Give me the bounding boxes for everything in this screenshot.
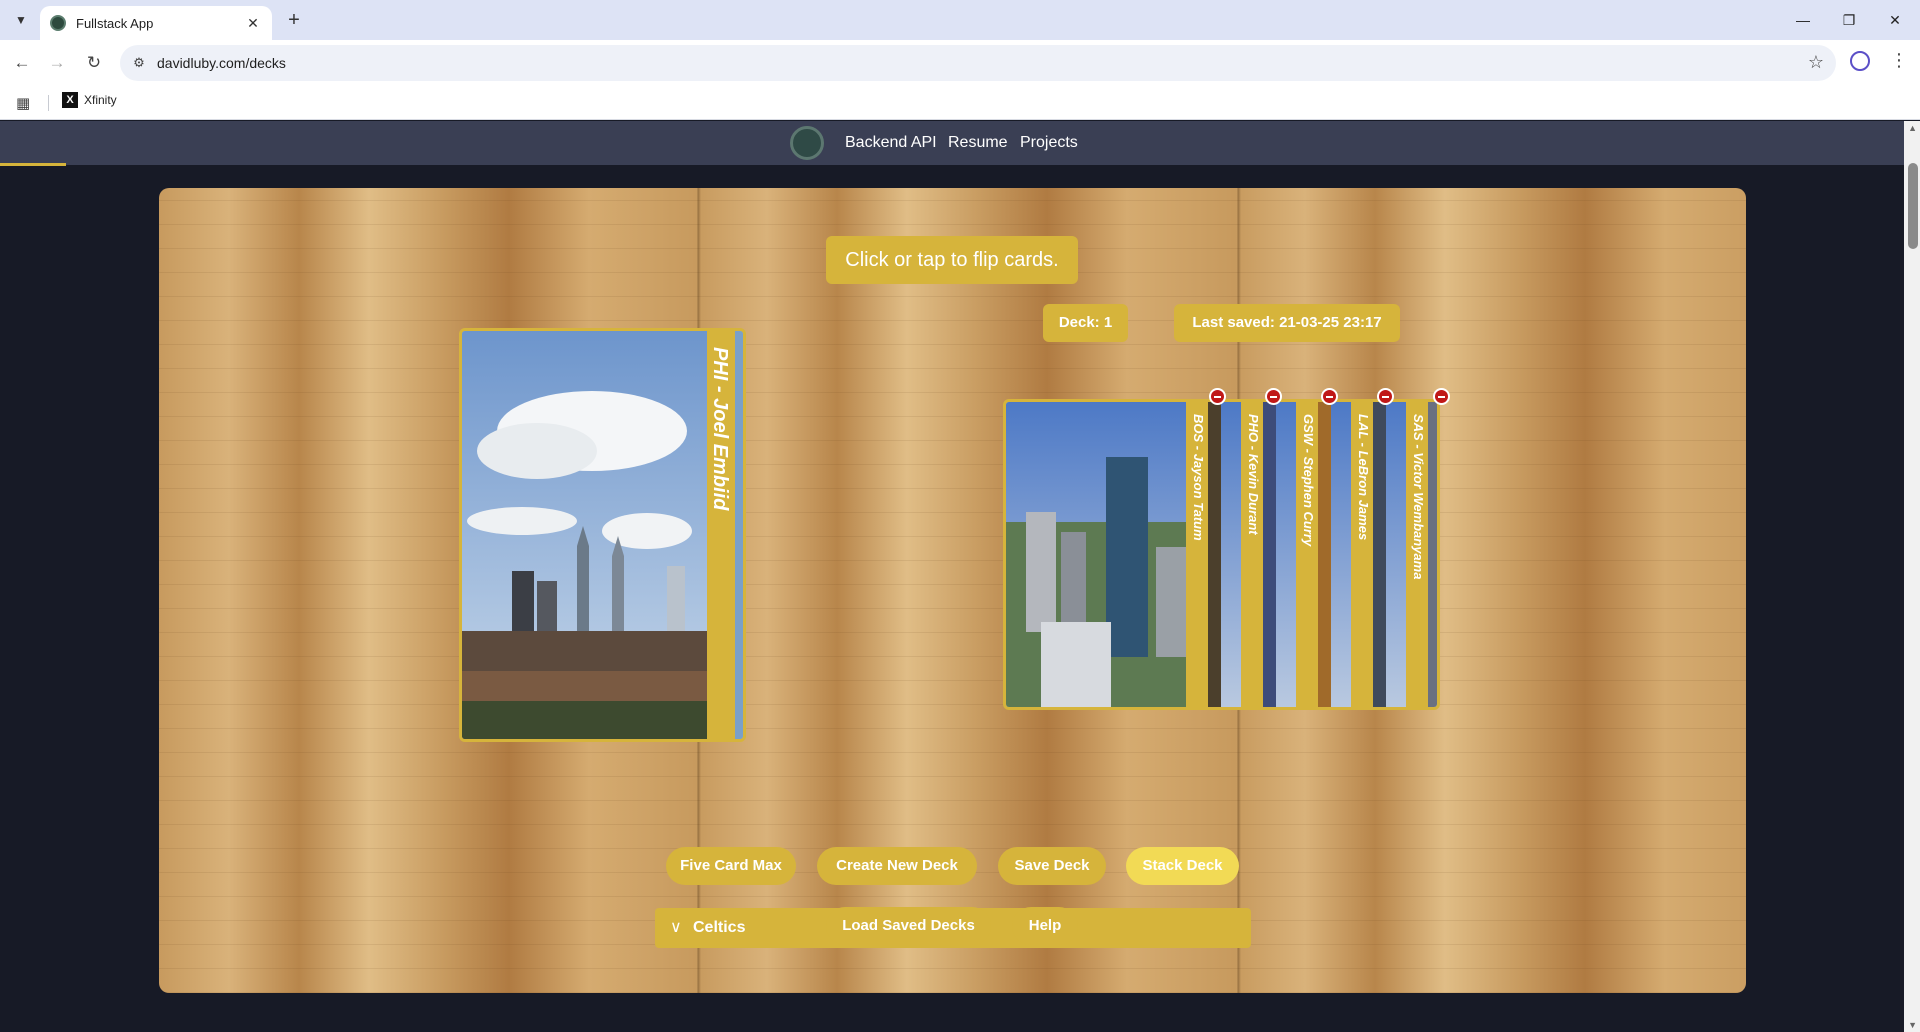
back-icon[interactable]: ←: [10, 51, 34, 75]
tab-search-icon[interactable]: ▼: [10, 9, 32, 31]
tab-close-icon[interactable]: ✕: [244, 15, 262, 32]
page-viewport: Backend API Resume Projects Click or tap…: [0, 121, 1920, 1032]
last-saved-badge: Last saved: 21-03-25 23:17: [1174, 304, 1400, 342]
help-button[interactable]: Help: [1012, 907, 1078, 945]
browser-tab[interactable]: Fullstack App ✕: [40, 6, 272, 40]
stacked-deck[interactable]: BOS - Jayson Tatum PHO - Kevin Durant GS…: [1003, 399, 1440, 710]
menu-kebab-icon[interactable]: ⋮: [1890, 50, 1908, 71]
card-spine: PHI - Joel Embiid: [707, 331, 735, 739]
maximize-button[interactable]: ❐: [1826, 6, 1872, 34]
bookmark-divider: [48, 95, 49, 111]
scroll-up-icon[interactable]: ▲: [1908, 123, 1917, 133]
chevron-down-icon: ∨: [670, 919, 682, 936]
browser-tab-bar: ▼ Fullstack App ✕ + — ❐ ✕: [0, 0, 1920, 40]
profile-icon[interactable]: [1850, 51, 1870, 71]
address-bar[interactable]: ⚙ davidluby.com/decks ☆: [120, 45, 1836, 81]
url-text[interactable]: davidluby.com/decks: [157, 55, 286, 71]
create-new-deck-button[interactable]: Create New Deck: [817, 847, 977, 885]
nav-link-resume[interactable]: Resume: [948, 134, 1008, 152]
page-scrollbar[interactable]: ▲ ▼: [1904, 121, 1920, 1032]
load-saved-decks-button[interactable]: Load Saved Decks: [826, 907, 991, 945]
deck-number-badge: Deck: 1: [1043, 304, 1128, 342]
scrollbar-thumb[interactable]: [1908, 163, 1918, 249]
apps-grid-icon[interactable]: ▦: [16, 94, 30, 112]
card-spine-pho: PHO - Kevin Durant: [1241, 402, 1263, 707]
nav-link-projects[interactable]: Projects: [1020, 134, 1078, 152]
bookmarks-bar: ▦ X Xfinity: [0, 86, 1920, 120]
team-select-value: Celtics: [693, 919, 746, 936]
nav-link-backend-api[interactable]: Backend API: [845, 134, 937, 152]
philadelphia-skyline-image: [462, 331, 707, 739]
active-card[interactable]: PHI - Joel Embiid: [459, 328, 746, 742]
scroll-down-icon[interactable]: ▼: [1908, 1020, 1917, 1030]
card-spine-lal: LAL - LeBron James: [1351, 402, 1373, 707]
remove-card-icon[interactable]: [1377, 388, 1394, 405]
site-info-icon[interactable]: ⚙: [130, 54, 148, 72]
scroll-progress-bar: [0, 163, 66, 166]
remove-card-icon[interactable]: [1209, 388, 1226, 405]
xfinity-logo-icon: X: [62, 92, 78, 108]
window-close-button[interactable]: ✕: [1872, 6, 1918, 34]
stack-deck-button[interactable]: Stack Deck: [1126, 847, 1239, 885]
remove-card-icon[interactable]: [1321, 388, 1338, 405]
card-spine-gsw: GSW - Stephen Curry: [1296, 402, 1318, 707]
remove-card-icon[interactable]: [1265, 388, 1282, 405]
tab-title: Fullstack App: [76, 15, 154, 31]
reload-icon[interactable]: ↻: [82, 51, 106, 75]
card-label-gsw: GSW - Stephen Curry: [1301, 414, 1316, 547]
card-label-sas: SAS - Victor Wembanyama: [1411, 414, 1426, 580]
forward-icon[interactable]: →: [45, 51, 69, 75]
bookmark-star-icon[interactable]: ☆: [1808, 52, 1824, 73]
site-navbar: Backend API Resume Projects: [0, 121, 1904, 166]
browser-toolbar: ← → ↻ ⚙ davidluby.com/decks ☆ ⋮: [0, 40, 1920, 86]
card-label-bos: BOS - Jayson Tatum: [1191, 414, 1206, 541]
new-tab-button[interactable]: +: [282, 8, 306, 32]
card-spine-sas: SAS - Victor Wembanyama: [1406, 402, 1428, 707]
card-label-lal: LAL - LeBron James: [1356, 414, 1371, 541]
card-label-pho: PHO - Kevin Durant: [1246, 414, 1261, 535]
bookmark-label: Xfinity: [84, 93, 117, 107]
minimize-button[interactable]: —: [1780, 6, 1826, 34]
remove-card-icon[interactable]: [1433, 388, 1450, 405]
five-card-max-button[interactable]: Five Card Max: [666, 847, 796, 885]
card-spine-bos: BOS - Jayson Tatum: [1186, 402, 1208, 707]
site-logo-icon[interactable]: [790, 126, 824, 160]
save-deck-button[interactable]: Save Deck: [998, 847, 1106, 885]
bookmark-xfinity[interactable]: X Xfinity: [62, 92, 117, 108]
flip-hint-banner: Click or tap to flip cards.: [826, 236, 1078, 284]
card-label: PHI - Joel Embiid: [709, 347, 731, 511]
favicon-icon: [50, 15, 66, 31]
